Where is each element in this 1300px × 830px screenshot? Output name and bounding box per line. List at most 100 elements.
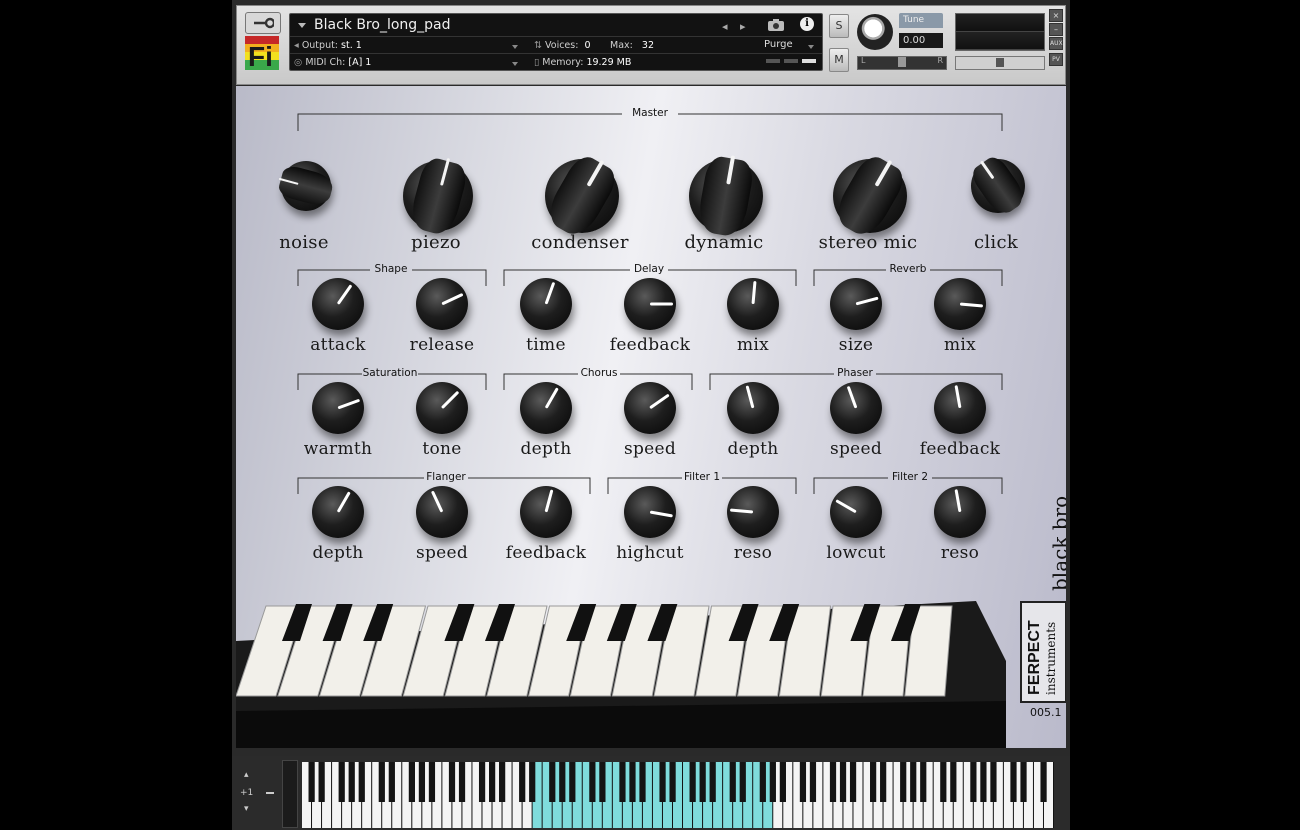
- keyboard-black-key[interactable]: [408, 762, 415, 802]
- keyboard-black-key[interactable]: [1040, 762, 1047, 802]
- noise-knob[interactable]: [276, 161, 336, 211]
- instrument-name[interactable]: Black Bro_long_pad: [314, 17, 451, 33]
- keyboard-black-key[interactable]: [629, 762, 636, 802]
- size-knob[interactable]: [830, 278, 882, 330]
- release-knob[interactable]: [416, 278, 468, 330]
- feedback-knob[interactable]: [520, 486, 572, 538]
- keyboard-black-key[interactable]: [378, 762, 385, 802]
- keyboard-black-key[interactable]: [779, 762, 786, 802]
- midi-channel-row[interactable]: ◎ MIDI Ch: [A] 1: [294, 57, 371, 68]
- tone-knob[interactable]: [416, 382, 468, 434]
- depth-knob[interactable]: [520, 382, 572, 434]
- max-voices-row[interactable]: Max: 32: [610, 40, 654, 51]
- pv-button[interactable]: PV: [1049, 53, 1063, 66]
- minimize-button[interactable]: –: [1049, 23, 1063, 36]
- keyboard-black-key[interactable]: [980, 762, 987, 802]
- feedback-knob[interactable]: [934, 382, 986, 434]
- tune-value[interactable]: 0.00: [899, 33, 943, 48]
- purge-dropdown-icon[interactable]: [808, 45, 814, 49]
- keyboard-black-key[interactable]: [489, 762, 496, 802]
- keyboard-black-key[interactable]: [478, 762, 486, 802]
- info-icon[interactable]: i: [800, 17, 814, 31]
- speed-knob[interactable]: [624, 382, 676, 434]
- output-row[interactable]: ◂ Output: st. 1: [294, 40, 362, 51]
- keyboard-black-key[interactable]: [448, 762, 456, 802]
- instrument-menu-arrow-icon[interactable]: [298, 23, 306, 28]
- keyboard-black-key[interactable]: [829, 762, 837, 802]
- reso-knob[interactable]: [934, 486, 986, 538]
- keyboard-black-key[interactable]: [589, 762, 596, 802]
- keyboard-black-key[interactable]: [709, 762, 716, 802]
- keyboard-black-key[interactable]: [1020, 762, 1027, 802]
- keyboard-black-key[interactable]: [1010, 762, 1017, 802]
- keyboard-black-key[interactable]: [619, 762, 626, 802]
- speed-knob[interactable]: [416, 486, 468, 538]
- close-button[interactable]: ×: [1049, 9, 1063, 22]
- piano-keyboard[interactable]: [302, 762, 1054, 828]
- keyboard-black-key[interactable]: [990, 762, 997, 802]
- keyboard-black-key[interactable]: [659, 762, 666, 802]
- keyboard-black-key[interactable]: [849, 762, 857, 802]
- keyboard-black-key[interactable]: [739, 762, 746, 802]
- keyboard-black-key[interactable]: [418, 762, 426, 802]
- pan-handle[interactable]: [898, 57, 906, 67]
- keyboard-black-key[interactable]: [639, 762, 646, 802]
- keyboard-black-key[interactable]: [729, 762, 736, 802]
- keyboard-black-key[interactable]: [769, 762, 776, 802]
- highcut-knob[interactable]: [624, 486, 676, 538]
- lowcut-knob[interactable]: [830, 486, 882, 538]
- keyboard-black-key[interactable]: [880, 762, 887, 802]
- prev-instrument-icon[interactable]: ◂: [722, 20, 728, 33]
- keyboard-black-key[interactable]: [308, 762, 315, 802]
- keyboard-black-key[interactable]: [910, 762, 917, 802]
- reso-knob[interactable]: [727, 486, 779, 538]
- keyboard-black-key[interactable]: [559, 762, 566, 802]
- keyboard-black-key[interactable]: [920, 762, 927, 802]
- keyboard-black-key[interactable]: [759, 762, 766, 802]
- keyboard-black-key[interactable]: [569, 762, 576, 802]
- keyboard-black-key[interactable]: [870, 762, 877, 802]
- keyboard-black-key[interactable]: [950, 762, 957, 802]
- feedback-knob[interactable]: [624, 278, 676, 330]
- mix-knob[interactable]: [934, 278, 986, 330]
- keyboard-black-key[interactable]: [669, 762, 676, 802]
- keyboard-black-key[interactable]: [338, 762, 345, 802]
- keyboard-black-key[interactable]: [809, 762, 817, 802]
- keyboard-black-key[interactable]: [940, 762, 947, 802]
- attack-knob[interactable]: [312, 278, 364, 330]
- keyboard-black-key[interactable]: [529, 762, 536, 802]
- speed-knob[interactable]: [830, 382, 882, 434]
- stereo-mic-knob[interactable]: [830, 150, 910, 242]
- dynamic-knob[interactable]: [689, 154, 763, 239]
- keyboard-black-key[interactable]: [458, 762, 466, 802]
- mute-button[interactable]: M: [829, 48, 849, 72]
- volume-handle[interactable]: [996, 58, 1004, 67]
- solo-button[interactable]: S: [829, 14, 849, 38]
- pitch-wheel-marker[interactable]: [266, 792, 274, 794]
- warmth-knob[interactable]: [312, 382, 364, 434]
- keyboard-black-key[interactable]: [599, 762, 606, 802]
- mix-knob[interactable]: [727, 278, 779, 330]
- piezo-knob[interactable]: [403, 155, 473, 237]
- keyboard-black-key[interactable]: [799, 762, 807, 802]
- keyboard-black-key[interactable]: [549, 762, 556, 802]
- depth-knob[interactable]: [312, 486, 364, 538]
- keyboard-black-key[interactable]: [388, 762, 395, 802]
- condenser-knob[interactable]: [542, 150, 622, 242]
- next-instrument-icon[interactable]: ▸: [740, 20, 746, 33]
- keyboard-black-key[interactable]: [428, 762, 436, 802]
- keyboard-black-key[interactable]: [970, 762, 977, 802]
- midi-dropdown-icon[interactable]: [512, 62, 518, 66]
- aux-button[interactable]: AUX: [1049, 37, 1063, 50]
- tune-knob[interactable]: [857, 14, 893, 50]
- keyboard-black-key[interactable]: [499, 762, 506, 802]
- keyboard-black-key[interactable]: [689, 762, 696, 802]
- time-knob[interactable]: [520, 278, 572, 330]
- modulation-strip[interactable]: [282, 760, 298, 828]
- keyboard-black-key[interactable]: [900, 762, 907, 802]
- volume-slider[interactable]: [955, 56, 1045, 70]
- keyboard-black-key[interactable]: [348, 762, 355, 802]
- keyboard-black-key[interactable]: [358, 762, 365, 802]
- pan-slider[interactable]: L R: [857, 56, 947, 70]
- keyboard-black-key[interactable]: [519, 762, 526, 802]
